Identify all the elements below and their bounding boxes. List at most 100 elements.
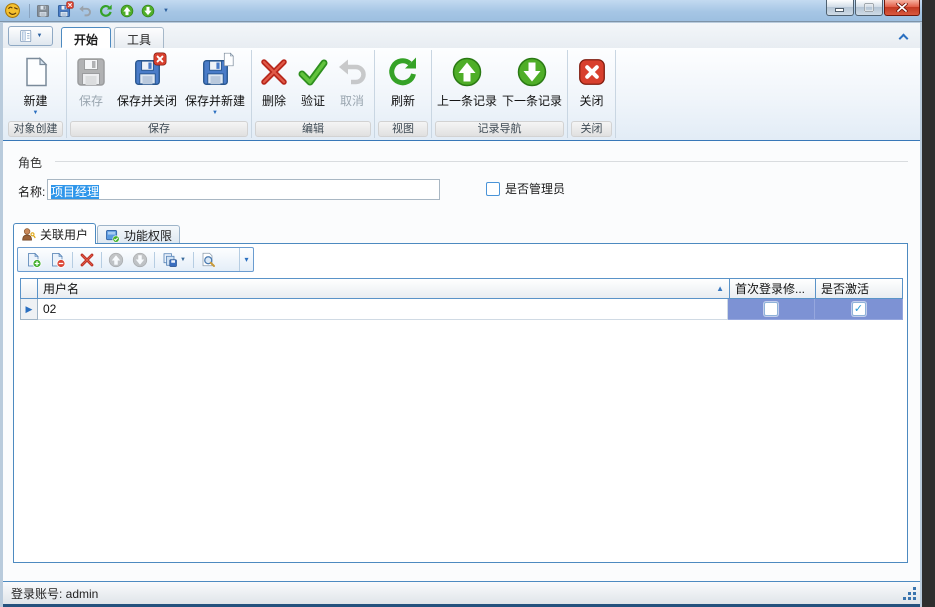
undo-arrow-icon [336, 54, 368, 90]
group-caption-object-create: 对象创建 [8, 121, 63, 137]
move-up-icon[interactable] [104, 250, 128, 270]
close-window-button[interactable] [884, 0, 920, 16]
validate-button[interactable]: 验证 [294, 50, 333, 120]
close-button[interactable]: 关闭 [571, 50, 613, 120]
new-button[interactable]: 新建 ▼ [9, 50, 63, 120]
export-icon[interactable]: ▼ [157, 250, 191, 270]
save-button[interactable]: 保存 [69, 50, 113, 120]
cell-first-login[interactable] [728, 299, 815, 320]
move-down-icon[interactable] [128, 250, 152, 270]
grid-header-first-login[interactable]: 首次登录修... [729, 278, 816, 299]
resize-grip[interactable] [902, 586, 917, 601]
window-controls [826, 0, 920, 16]
collapse-ribbon-icon[interactable] [900, 32, 910, 42]
login-account-text: 登录账号: admin [11, 585, 98, 602]
group-caption-view: 视图 [378, 121, 428, 137]
row-indicator-icon: ▶ [20, 299, 38, 320]
new-document-icon [20, 54, 52, 90]
qat-save-icon[interactable] [34, 2, 51, 19]
role-group-title: 角色 [18, 154, 42, 171]
permission-icon [105, 228, 120, 243]
qat-refresh-icon[interactable] [97, 2, 114, 19]
ribbon-tab-start[interactable]: 开始 [61, 27, 111, 48]
role-group-line [55, 161, 908, 162]
name-input-selected-text: 项目经理 [51, 185, 99, 199]
grid-header-is-active[interactable]: 是否激活 [815, 278, 903, 299]
workspace: 角色 名称: 项目经理 是否管理员 关联用户 功能权限 [3, 141, 920, 581]
red-x-icon [258, 54, 290, 90]
maximize-button[interactable] [855, 0, 883, 16]
application-menu-button[interactable]: ▼ [8, 26, 53, 46]
group-caption-close: 关闭 [571, 121, 612, 137]
save-and-close-button[interactable]: 保存并关闭 [113, 50, 181, 120]
quick-access-toolbar: ▼ [29, 2, 172, 19]
sort-asc-icon: ▲ [716, 284, 724, 293]
link-remove-icon[interactable] [46, 250, 70, 270]
ribbon-group-save: 保存 保存并关闭 保存并新建 [67, 50, 252, 138]
ribbon-group-edit: 删除 验证 取消 编辑 [252, 50, 375, 138]
user-icon [21, 227, 36, 242]
qat-next-record-icon[interactable] [139, 2, 156, 19]
tab-linked-users[interactable]: 关联用户 [13, 223, 96, 244]
qat-customize-dropdown-icon[interactable]: ▼ [160, 8, 172, 14]
link-add-icon[interactable] [22, 250, 46, 270]
qat-separator [29, 4, 30, 18]
previous-record-button[interactable]: 上一条记录 [435, 50, 500, 120]
find-icon[interactable] [196, 250, 220, 270]
cell-username[interactable]: 02 [38, 299, 728, 320]
appmenu-dropdown-icon: ▼ [37, 33, 43, 39]
qat-save-and-close-icon[interactable] [55, 2, 72, 19]
ribbon-group-record-navigation: 上一条记录 下一条记录 记录导航 [432, 50, 568, 138]
toolbar-separator [154, 252, 155, 268]
green-up-circle-icon [451, 54, 483, 90]
toolbar-separator [101, 252, 102, 268]
link-toolbar: ▼ ▾ [17, 247, 254, 272]
export-dropdown-icon: ▼ [180, 257, 186, 263]
refresh-button[interactable]: 刷新 [379, 50, 427, 120]
grid-row[interactable]: ▶ 02 ✓ [20, 299, 903, 320]
qat-undo-icon[interactable] [76, 2, 93, 19]
cancel-button[interactable]: 取消 [333, 50, 372, 120]
cell-is-active[interactable]: ✓ [815, 299, 903, 320]
ribbon-tab-tools[interactable]: 工具 [114, 27, 164, 48]
is-active-checkbox[interactable]: ✓ [852, 302, 866, 316]
tab-function-permissions[interactable]: 功能权限 [97, 225, 180, 244]
document-menu-icon [19, 29, 33, 43]
delete-button[interactable]: 删除 [255, 50, 294, 120]
statusbar: 登录账号: admin [3, 581, 920, 607]
grid-header-row: 用户名 ▲ 首次登录修... 是否激活 [20, 278, 903, 299]
floppy-new-icon [201, 54, 230, 90]
qat-previous-record-icon[interactable] [118, 2, 135, 19]
linked-users-panel: ▼ ▾ 用户名 ▲ 首次登录修... 是否激活 [13, 243, 908, 563]
application-window: ▼ ▼ 开始 工具 新建 ▼ [0, 0, 922, 607]
group-caption-edit: 编辑 [255, 121, 371, 137]
name-label: 名称: [18, 183, 45, 200]
next-record-button[interactable]: 下一条记录 [500, 50, 565, 120]
admin-checkbox[interactable] [486, 182, 500, 196]
delete-row-icon[interactable] [75, 250, 99, 270]
toolbar-overflow-icon[interactable]: ▾ [239, 248, 253, 271]
grid-header-username[interactable]: 用户名 ▲ [38, 278, 730, 299]
floppy-close-icon [133, 54, 162, 90]
save-and-new-button[interactable]: 保存并新建 ▼ [181, 50, 249, 120]
refresh-arrow-icon [387, 54, 419, 90]
save-and-new-dropdown-icon: ▼ [212, 109, 218, 117]
new-dropdown-icon: ▼ [33, 109, 39, 117]
red-close-box-icon [578, 54, 606, 90]
users-grid: 用户名 ▲ 首次登录修... 是否激活 ▶ 02 ✓ [20, 278, 903, 320]
minimize-button[interactable] [826, 0, 854, 16]
app-icon[interactable] [4, 2, 21, 19]
green-down-circle-icon [516, 54, 548, 90]
ribbon-group-close: 关闭 关闭 [568, 50, 616, 138]
toolbar-separator [193, 252, 194, 268]
first-login-checkbox[interactable] [764, 302, 778, 316]
group-caption-save: 保存 [70, 121, 248, 137]
ribbon-tab-row: ▼ 开始 工具 [3, 23, 920, 48]
app-frame: ▼ 开始 工具 新建 ▼ 对象创建 [3, 23, 920, 607]
name-input[interactable]: 项目经理 [47, 179, 440, 200]
group-caption-record-navigation: 记录导航 [435, 121, 564, 137]
toolbar-separator [72, 252, 73, 268]
ribbon-group-object-create: 新建 ▼ 对象创建 [5, 50, 67, 138]
detail-tab-strip: 关联用户 功能权限 [13, 223, 181, 244]
ribbon-group-view: 刷新 视图 [375, 50, 432, 138]
